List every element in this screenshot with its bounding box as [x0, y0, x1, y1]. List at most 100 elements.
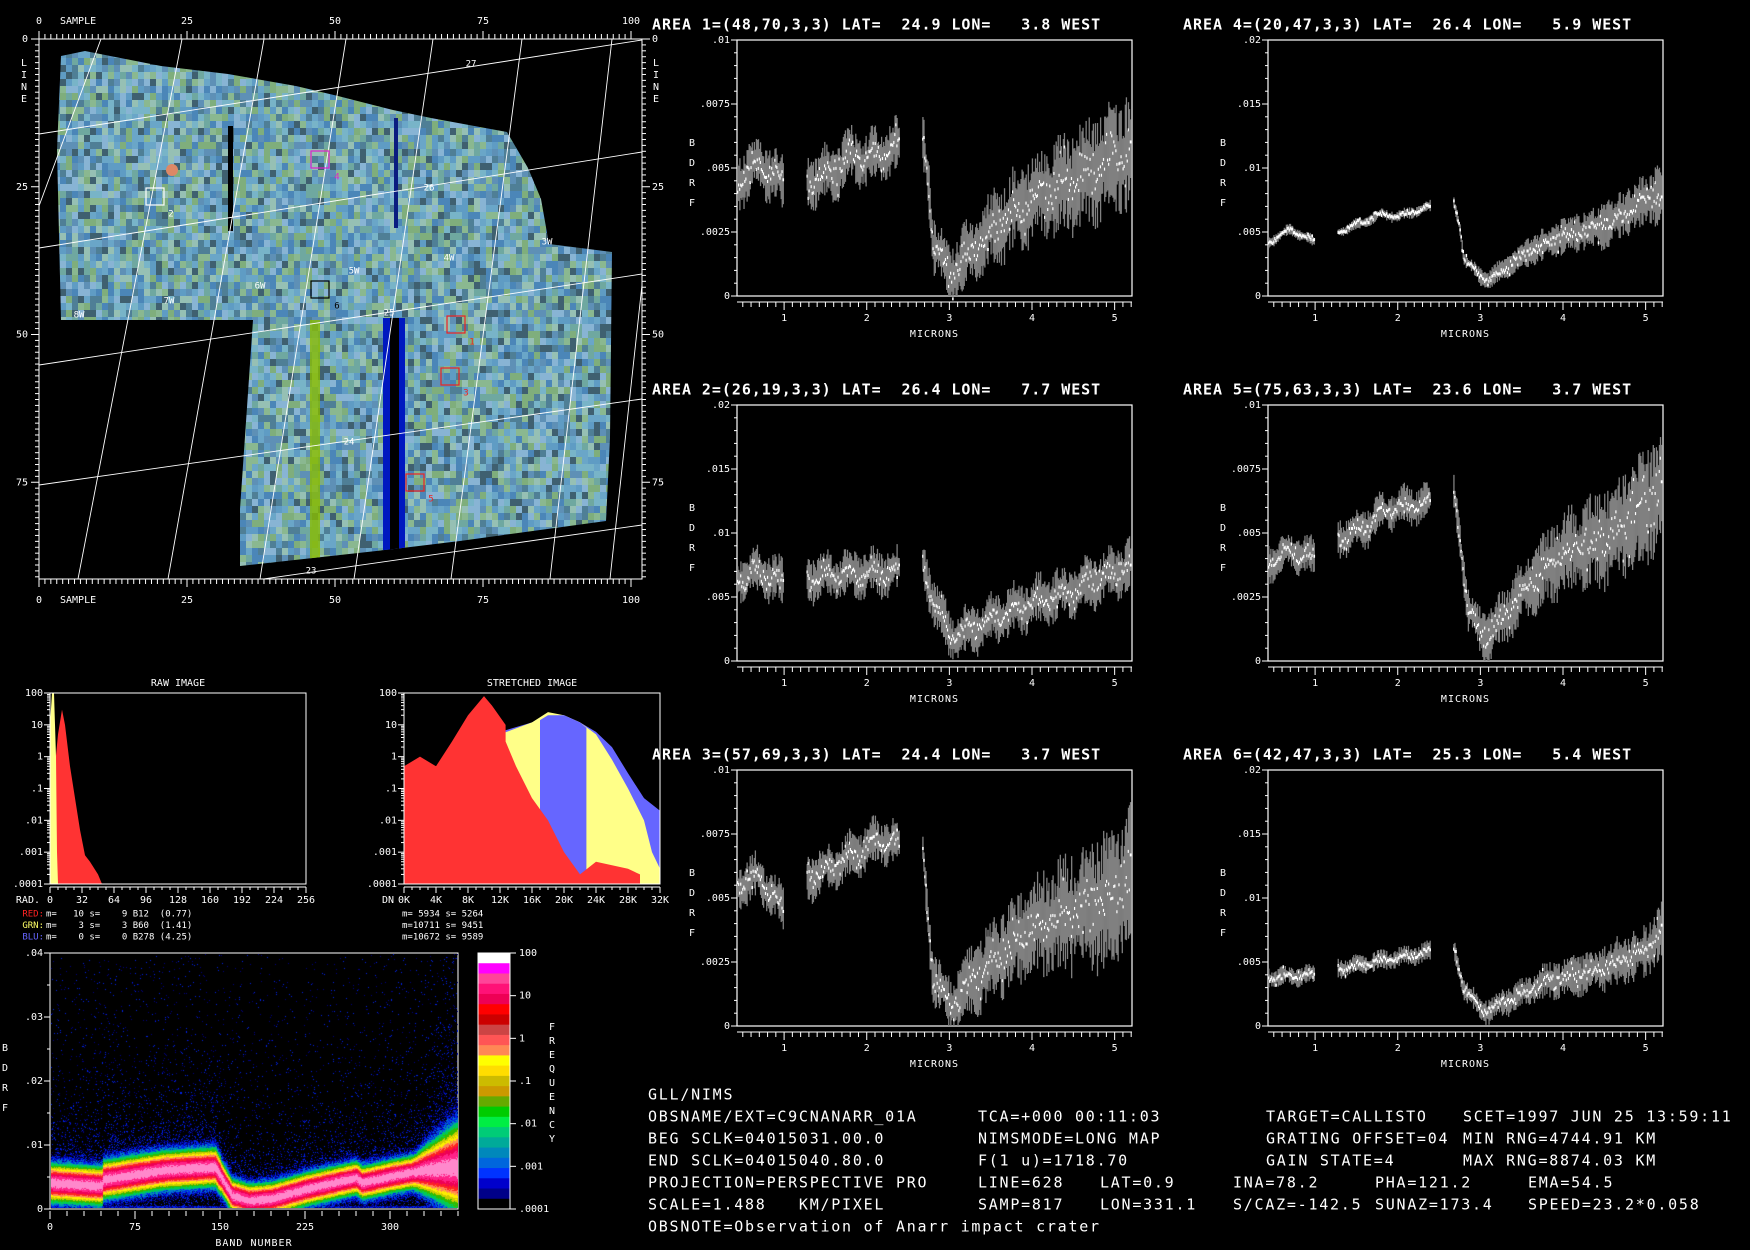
mosaic-pixel — [102, 366, 108, 373]
mosaic-pixel — [78, 394, 84, 401]
mosaic-pixel — [138, 100, 144, 107]
mosaic-pixel — [564, 254, 570, 261]
mosaic-pixel — [222, 93, 228, 100]
mosaic-pixel — [336, 51, 342, 58]
mosaic-pixel — [480, 100, 486, 107]
mosaic-pixel — [348, 366, 354, 373]
mosaic-pixel — [114, 254, 120, 261]
mosaic-pixel — [150, 163, 156, 170]
mosaic-pixel — [462, 275, 468, 282]
mosaic-pixel — [204, 268, 210, 275]
mosaic-pixel — [354, 380, 360, 387]
mosaic-pixel — [72, 44, 78, 51]
mosaic-pixel — [96, 58, 102, 65]
mosaic-pixel — [138, 352, 144, 359]
mosaic-pixel — [240, 352, 246, 359]
mosaic-pixel — [90, 93, 96, 100]
mosaic-pixel — [132, 366, 138, 373]
mosaic-pixel — [186, 310, 192, 317]
mosaic-pixel — [570, 184, 576, 191]
mosaic-pixel — [84, 324, 90, 331]
mosaic-pixel — [450, 401, 456, 408]
mosaic-pixel — [228, 254, 234, 261]
mosaic-pixel — [306, 177, 312, 184]
mosaic-pixel — [126, 226, 132, 233]
mosaic-pixel — [264, 394, 270, 401]
mosaic-pixel — [198, 261, 204, 268]
mosaic-pixel — [72, 275, 78, 282]
mosaic-pixel — [588, 268, 594, 275]
mosaic-pixel — [504, 366, 510, 373]
mosaic-pixel — [372, 373, 378, 380]
mosaic-pixel — [120, 359, 126, 366]
mosaic-pixel — [222, 79, 228, 86]
mosaic-pixel — [402, 44, 408, 51]
mosaic-pixel — [216, 401, 222, 408]
mosaic-pixel — [426, 107, 432, 114]
mosaic-pixel — [456, 261, 462, 268]
mosaic-pixel — [174, 317, 180, 324]
mosaic-pixel — [78, 331, 84, 338]
mosaic-pixel — [156, 380, 162, 387]
mosaic-pixel — [270, 359, 276, 366]
image-map[interactable]: 27262524233W4W5W6W7W8W123456002525505075… — [16, 16, 664, 611]
mosaic-pixel — [162, 51, 168, 58]
mosaic-pixel — [468, 135, 474, 142]
mosaic-pixel — [276, 338, 282, 345]
mosaic-pixel — [366, 107, 372, 114]
mosaic-pixel — [162, 156, 168, 163]
mosaic-pixel — [576, 86, 582, 93]
mosaic-pixel — [210, 359, 216, 366]
mosaic-pixel — [348, 58, 354, 65]
mosaic-pixel — [534, 359, 540, 366]
mosaic-pixel — [474, 219, 480, 226]
mosaic-pixel — [456, 121, 462, 128]
mosaic-pixel — [540, 93, 546, 100]
mosaic-pixel — [108, 177, 114, 184]
mosaic-pixel — [372, 352, 378, 359]
mosaic-pixel — [558, 177, 564, 184]
mosaic-pixel — [186, 198, 192, 205]
mosaic-pixel — [462, 254, 468, 261]
mosaic-pixel — [600, 58, 606, 65]
mosaic-pixel — [396, 100, 402, 107]
mosaic-pixel — [96, 387, 102, 394]
mosaic-pixel — [66, 44, 72, 51]
mosaic-pixel — [138, 359, 144, 366]
mosaic-pixel — [360, 345, 366, 352]
mosaic-pixel — [216, 142, 222, 149]
mosaic-pixel — [336, 191, 342, 198]
mosaic-pixel — [516, 128, 522, 135]
mosaic-pixel — [558, 114, 564, 121]
mosaic-pixel — [72, 58, 78, 65]
mosaic-pixel — [210, 198, 216, 205]
mosaic-pixel — [612, 191, 618, 198]
mosaic-pixel — [372, 44, 378, 51]
mosaic-pixel — [372, 58, 378, 65]
mosaic-pixel — [534, 107, 540, 114]
mosaic-pixel — [420, 170, 426, 177]
mosaic-pixel — [432, 247, 438, 254]
mosaic-pixel — [150, 261, 156, 268]
mosaic-pixel — [78, 149, 84, 156]
mosaic-pixel — [294, 156, 300, 163]
mosaic-pixel — [234, 352, 240, 359]
mosaic-pixel — [294, 324, 300, 331]
mosaic-pixel — [474, 331, 480, 338]
mosaic-pixel — [510, 72, 516, 79]
mosaic-pixel — [78, 408, 84, 415]
mosaic-pixel — [228, 310, 234, 317]
mosaic-pixel — [150, 394, 156, 401]
mosaic-pixel — [348, 219, 354, 226]
mosaic-pixel — [300, 359, 306, 366]
mosaic-pixel — [276, 79, 282, 86]
mosaic-pixel — [156, 394, 162, 401]
mosaic-pixel — [210, 93, 216, 100]
mosaic-pixel — [84, 317, 90, 324]
mosaic-pixel — [258, 149, 264, 156]
mosaic-pixel — [270, 142, 276, 149]
mosaic-pixel — [564, 149, 570, 156]
mosaic-pixel — [480, 86, 486, 93]
mosaic-pixel — [510, 366, 516, 373]
mosaic-pixel — [192, 394, 198, 401]
